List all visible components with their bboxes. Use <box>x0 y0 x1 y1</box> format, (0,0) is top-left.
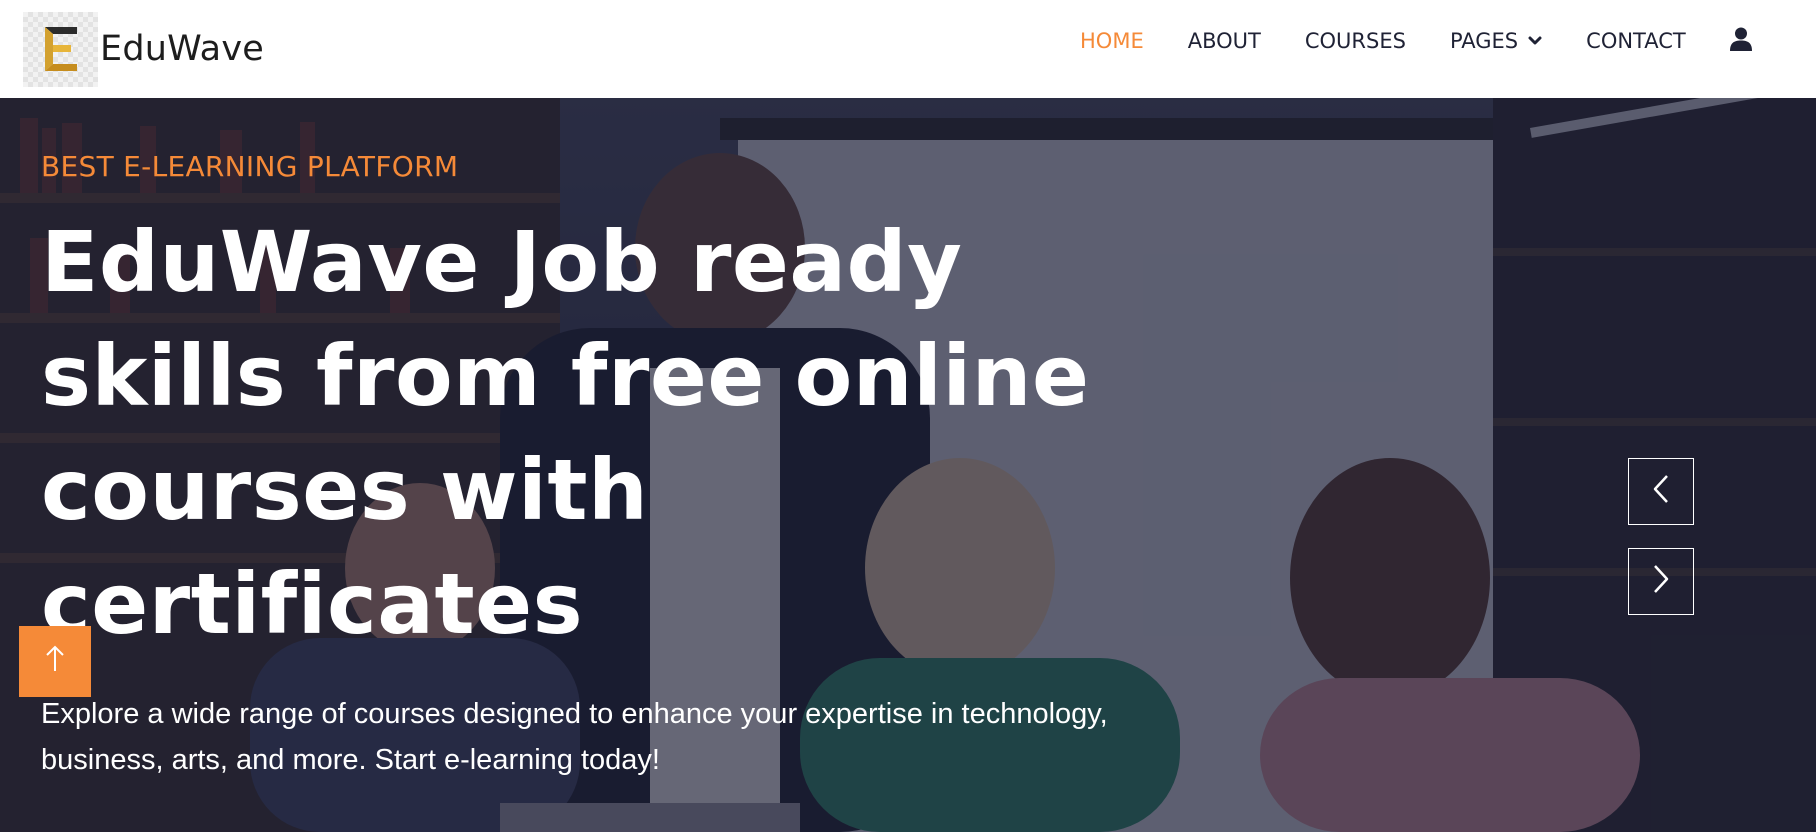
nav-item-account <box>1729 27 1752 56</box>
arrow-up-icon <box>43 643 67 680</box>
nav-link-courses[interactable]: COURSES <box>1305 29 1406 53</box>
hero-carousel: BEST E-LEARNING PLATFORM EduWave Job rea… <box>0 98 1816 832</box>
hero-description: Explore a wide range of courses designed… <box>41 698 1108 776</box>
hero-eyebrow: BEST E-LEARNING PLATFORM <box>41 150 459 183</box>
nav-dropdown-pages[interactable]: PAGES <box>1450 29 1542 53</box>
nav-link-about[interactable]: ABOUT <box>1188 29 1261 53</box>
chevron-left-icon <box>1651 473 1671 510</box>
nav-item-courses: COURSES <box>1305 29 1406 53</box>
navbar: EduWave HOME ABOUT COURSES PAGES CONTACT <box>0 0 1816 98</box>
eduwave-e-logo-icon <box>23 11 98 87</box>
nav-item-contact: CONTACT <box>1586 29 1686 53</box>
nav-pages-label: PAGES <box>1449 29 1519 53</box>
back-to-top-button[interactable] <box>19 626 91 697</box>
chevron-down-icon <box>1528 36 1542 46</box>
nav-link-home[interactable]: HOME <box>1080 29 1144 53</box>
brand-name: EduWave <box>100 29 264 69</box>
nav-item-about: ABOUT <box>1188 29 1261 53</box>
chevron-right-icon <box>1651 563 1671 600</box>
nav-item-pages: PAGES <box>1450 29 1542 53</box>
user-icon[interactable] <box>1729 27 1752 51</box>
nav-item-home: HOME <box>1080 29 1144 53</box>
hero-content: BEST E-LEARNING PLATFORM EduWave Job rea… <box>41 150 1241 783</box>
hero-title: EduWave Job ready skills from free onlin… <box>41 213 1090 653</box>
nav-link-contact[interactable]: CONTACT <box>1586 29 1686 53</box>
carousel-prev-button[interactable] <box>1628 458 1694 525</box>
brand-link[interactable]: EduWave <box>23 11 264 87</box>
carousel-next-button[interactable] <box>1628 548 1694 615</box>
main-nav: HOME ABOUT COURSES PAGES CONTACT <box>1080 0 1752 82</box>
